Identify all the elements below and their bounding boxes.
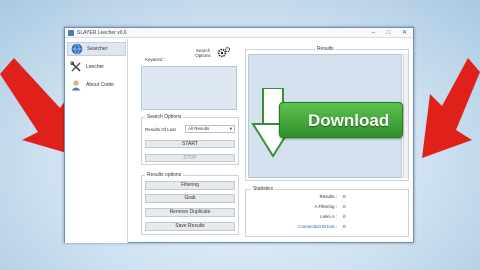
right-red-arrow-icon xyxy=(422,58,480,158)
sidebar-item-label: Leecher xyxy=(86,64,105,70)
window-title: SLAYER Leecher v0.6 xyxy=(77,30,127,36)
stop-button[interactable]: STOP xyxy=(145,154,235,162)
keywords-label: Keyword : xyxy=(145,57,166,62)
sidebar-item-leecher[interactable]: Leecher xyxy=(67,60,126,74)
results-of-last-label: Results Of Last xyxy=(145,127,176,132)
grab-button[interactable]: Grab xyxy=(145,194,235,203)
search-options-title: Search Options xyxy=(145,114,184,120)
minimize-button[interactable]: – xyxy=(368,29,379,37)
save-results-button[interactable]: Save Results xyxy=(145,222,235,231)
app-icon xyxy=(68,30,74,36)
title-bar: SLAYER Leecher v0.6 – □ ✕ xyxy=(65,28,413,38)
sidebar-item-about-coder[interactable]: About Coder xyxy=(67,78,126,92)
search-options-label: Search Options xyxy=(195,48,211,58)
start-button[interactable]: START xyxy=(145,140,235,148)
remove-duplicate-button[interactable]: Remove Duplicate xyxy=(145,208,235,217)
app-window: SLAYER Leecher v0.6 – □ ✕ Searcher Leech… xyxy=(64,27,414,243)
stat-connection-errors-value: 0 xyxy=(343,224,346,229)
results-options-title: Results options xyxy=(145,172,184,178)
stat-connection-errors-label: Connection Errors : xyxy=(298,224,337,229)
filtering-button[interactable]: Filtering xyxy=(145,181,235,190)
user-icon xyxy=(70,79,82,91)
maximize-button[interactable]: □ xyxy=(383,29,394,37)
chevron-down-icon: ▾ xyxy=(229,126,232,131)
keywords-textarea[interactable] xyxy=(141,66,237,110)
tools-icon xyxy=(70,61,82,73)
sidebar-item-searcher[interactable]: Searcher xyxy=(67,42,126,56)
results-select[interactable]: All Results ▾ xyxy=(185,125,235,133)
sidebar-item-label: Searcher xyxy=(87,46,108,52)
download-banner: Download xyxy=(279,102,403,138)
download-banner-text: Download xyxy=(308,111,390,130)
close-button[interactable]: ✕ xyxy=(399,29,410,37)
statistics-title: Statistics xyxy=(251,186,276,192)
sidebar: Searcher Leecher About Coder xyxy=(65,39,128,243)
stat-results-value: 0 xyxy=(343,194,346,199)
stat-filtering-value: 0 xyxy=(343,204,346,209)
stat-results-label: Results : xyxy=(319,194,337,199)
results-scrollbar[interactable] xyxy=(403,54,408,178)
results-title: Results xyxy=(315,46,336,52)
gear-icon[interactable] xyxy=(217,46,231,60)
stat-filtering-label: A Filtering : xyxy=(314,204,337,209)
globe-icon xyxy=(71,43,83,55)
stat-links-value: 0 xyxy=(343,214,346,219)
sidebar-item-label: About Coder xyxy=(86,82,115,88)
results-select-value: All Results xyxy=(188,126,210,131)
stat-links-label: Links A : xyxy=(320,214,337,219)
